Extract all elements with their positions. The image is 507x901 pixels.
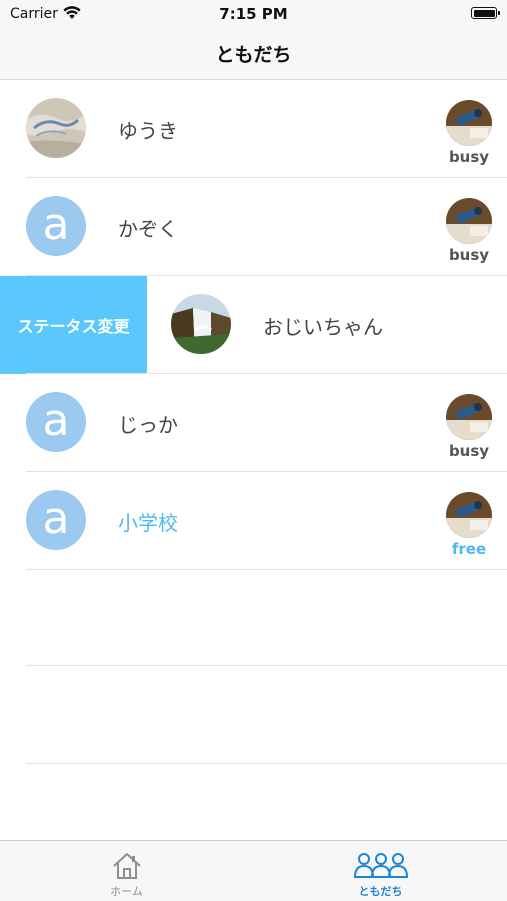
clock: 7:15 PM [219,5,288,23]
friends-list[interactable]: ゆうき busy a かぞく busy ステータス変更 おじいちゃん a じっか… [0,80,507,570]
tab-home[interactable]: ホーム [0,841,253,901]
list-item[interactable]: a かぞく busy [0,178,507,276]
letter-avatar-icon: a [26,196,86,256]
status-photo-icon [446,492,492,538]
letter-avatar-icon: a [26,490,86,550]
friend-name: ゆうき [118,119,178,143]
status-label: free [451,540,487,558]
friend-name: かぞく [118,217,178,241]
status-indicator[interactable]: busy [445,100,493,166]
letter-avatar-icon: a [26,392,86,452]
tab-friends[interactable]: ともだち [254,841,507,901]
status-indicator[interactable]: busy [445,394,493,460]
status-label: busy [448,148,490,166]
list-item[interactable]: ゆうき busy [0,80,507,178]
change-status-button[interactable]: ステータス変更 [0,276,147,374]
friend-name: 小学校 [118,511,178,535]
navigation-bar: ともだち [0,28,507,80]
list-item[interactable]: a 小学校 free [0,472,507,570]
status-label: busy [448,442,490,460]
empty-row-divider [26,665,507,666]
row-divider [26,569,507,570]
tab-bar: ホーム ともだち [0,840,507,901]
swiped-row-content[interactable]: おじいちゃん [171,276,507,374]
empty-row-divider [26,763,507,764]
status-photo-icon [446,198,492,244]
waterfall-photo-icon [171,294,231,354]
list-item-swiped[interactable]: ステータス変更 おじいちゃん [0,276,507,374]
friends-icon [353,853,408,878]
status-indicator[interactable]: busy [445,198,493,264]
friend-name: じっか [118,413,178,437]
status-bar: Carrier 7:15 PM [0,0,507,28]
status-photo-icon [446,394,492,440]
status-label: busy [448,246,490,264]
tab-friends-label: ともだち [358,885,403,898]
status-photo-icon [446,100,492,146]
friend-name: おじいちゃん [263,315,383,339]
photo-avatar-icon [26,98,86,158]
tab-home-label: ホーム [110,885,143,898]
battery-icon [471,7,500,19]
list-item[interactable]: a じっか busy [0,374,507,472]
status-indicator[interactable]: free [445,492,493,558]
page-title: ともだち [215,44,292,66]
home-icon [112,853,141,879]
